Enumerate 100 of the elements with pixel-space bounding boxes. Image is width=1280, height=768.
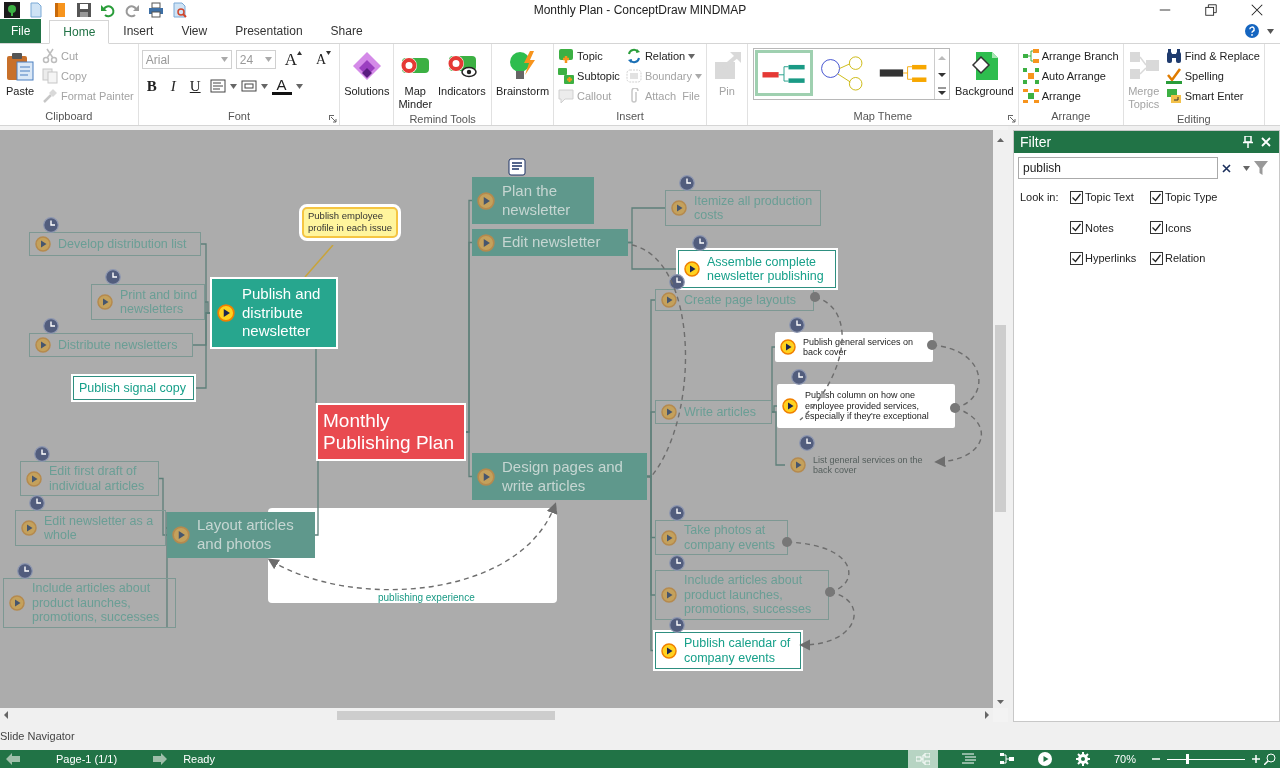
zoom-out-icon[interactable]: [1152, 755, 1160, 763]
page-indicator: Page-1 (1/1): [56, 751, 118, 767]
font-color-button[interactable]: A: [271, 77, 292, 95]
checkbox[interactable]: [1150, 251, 1163, 265]
ribbon-tab[interactable]: Home: [49, 20, 110, 44]
add-topic-icon: [558, 48, 575, 64]
checkbox[interactable]: [1070, 190, 1083, 204]
toolbar-button[interactable]: Brainstorm: [494, 46, 551, 100]
toolbar-button[interactable]: Smart Enter: [1164, 86, 1245, 106]
dialog-launcher-icon[interactable]: [329, 115, 338, 123]
play-icon[interactable]: [1037, 752, 1052, 766]
central-topic[interactable]: Monthly Publishing Plan: [316, 403, 466, 461]
arrange-icon: [1022, 88, 1039, 104]
previous-page-icon[interactable]: [6, 753, 20, 765]
checkbox-label: Topic Type: [1165, 190, 1218, 205]
caret-icon: [220, 57, 228, 62]
undo-icon[interactable]: [100, 2, 116, 18]
gear-icon[interactable]: [1075, 752, 1090, 766]
checkbox[interactable]: [1150, 221, 1163, 235]
toolbar-button[interactable]: Topic: [557, 46, 604, 66]
print-preview-icon[interactable]: [172, 2, 188, 18]
toolbar-button[interactable]: Paste: [3, 46, 37, 100]
merge-icon: [1127, 50, 1160, 82]
subtopic-node[interactable]: Publish calendar of company events: [655, 632, 801, 669]
filter-icon[interactable]: [1254, 161, 1268, 175]
subtopic-node[interactable]: Publish signal copy: [73, 376, 194, 400]
scroll-thumb[interactable]: [995, 325, 1006, 512]
toolbar-button[interactable]: Arrange Branch: [1021, 46, 1120, 66]
subtopic-node[interactable]: Publish column on how one employee provided services, especially if they're exceptional: [777, 384, 955, 428]
toolbar-button[interactable]: Indicators: [437, 46, 487, 100]
toolbar-button[interactable]: Map Minder: [397, 46, 434, 113]
ribbon-tab[interactable]: Share: [316, 19, 377, 43]
underline-button[interactable]: U: [184, 77, 206, 95]
caret-icon[interactable]: [1267, 29, 1274, 34]
dialog-launcher-icon[interactable]: [1007, 115, 1016, 123]
tree-view-icon[interactable]: [999, 753, 1014, 765]
italic-button[interactable]: I: [165, 77, 181, 95]
close-icon[interactable]: [1250, 3, 1264, 17]
relation-arrow[interactable]: [934, 403, 983, 467]
view-button[interactable]: [907, 750, 938, 768]
copy-icon: [42, 68, 58, 84]
zoom-in-icon[interactable]: [1252, 755, 1260, 763]
font-size-button[interactable]: A: [279, 50, 308, 69]
scroll-thumb[interactable]: [337, 711, 555, 720]
font-name-field[interactable]: Arial: [141, 50, 232, 69]
panel-tab[interactable]: Slide Navigator: [0, 730, 75, 742]
subtopic-node[interactable]: Assemble complete newsletter publishing: [678, 250, 836, 288]
ribbon-tab[interactable]: View: [167, 19, 222, 43]
border-icon[interactable]: [240, 78, 257, 94]
search-field[interactable]: publish: [1018, 157, 1218, 179]
clipboard-icon: [4, 50, 36, 82]
book-icon[interactable]: [52, 2, 68, 18]
group-label: Arrange: [1050, 110, 1092, 124]
zoom-fit-icon[interactable]: [1264, 753, 1276, 765]
redo-icon[interactable]: [124, 2, 140, 18]
next-page-icon[interactable]: [153, 753, 168, 765]
theme-thumbnail[interactable]: [754, 50, 813, 96]
caret-icon[interactable]: [295, 83, 303, 89]
ribbon-tab[interactable]: File: [0, 19, 42, 43]
subtopic-node[interactable]: Publish general services on back cover: [775, 332, 933, 362]
checkbox[interactable]: [1070, 251, 1083, 265]
toolbar-button[interactable]: Relation: [624, 46, 697, 66]
caret-icon[interactable]: [688, 53, 696, 59]
group-label: Clipboard: [44, 110, 94, 124]
app-logo-icon[interactable]: [4, 2, 20, 18]
caret-icon[interactable]: [1243, 165, 1250, 171]
group-label: Editing: [1176, 113, 1212, 126]
toolbar-button[interactable]: Find & Replace: [1164, 46, 1261, 66]
ribbon-tab[interactable]: Insert: [109, 19, 168, 43]
checkbox[interactable]: [1070, 221, 1083, 235]
align-icon[interactable]: [209, 78, 226, 94]
caret-down-icon: [326, 50, 332, 55]
toolbar-button[interactable]: Background: [953, 46, 1015, 100]
toolbar-button[interactable]: Solutions: [343, 46, 391, 100]
caret-icon[interactable]: [260, 83, 268, 89]
outline-view-icon[interactable]: [961, 753, 976, 765]
look-in-label: Look in:: [1020, 190, 1060, 205]
pin-icon[interactable]: [1243, 136, 1253, 148]
toolbar-button[interactable]: Spelling: [1164, 66, 1225, 86]
clear-icon[interactable]: [1222, 163, 1231, 173]
group-label: Insert: [615, 110, 645, 124]
slider-thumb[interactable]: [1185, 753, 1189, 764]
print-icon[interactable]: [148, 2, 164, 18]
restore-icon[interactable]: [1204, 3, 1218, 17]
topic-node[interactable]: Publish and distribute newsletter: [210, 277, 338, 349]
toolbar-button[interactable]: Arrange: [1021, 86, 1082, 106]
toolbar-button[interactable]: Subtopic: [557, 66, 621, 86]
toolbar-button[interactable]: Auto Arrange: [1021, 66, 1107, 86]
bold-button[interactable]: B: [141, 77, 162, 95]
relation-label[interactable]: publishing experience: [378, 590, 475, 605]
mind-map-view-icon: [915, 753, 930, 765]
callout-note[interactable]: Publish employee profile in each issue: [302, 207, 398, 238]
checkbox[interactable]: [1150, 190, 1163, 204]
help-icon[interactable]: [1245, 24, 1259, 38]
ribbon-tab[interactable]: Presentation: [221, 19, 317, 43]
caret-icon[interactable]: [229, 83, 237, 89]
font-size-button[interactable]: A: [311, 50, 337, 69]
subtopic-node[interactable]: List general services on the back cover: [785, 450, 937, 480]
save-icon[interactable]: [76, 2, 92, 18]
group-label: Map Theme: [852, 110, 914, 124]
